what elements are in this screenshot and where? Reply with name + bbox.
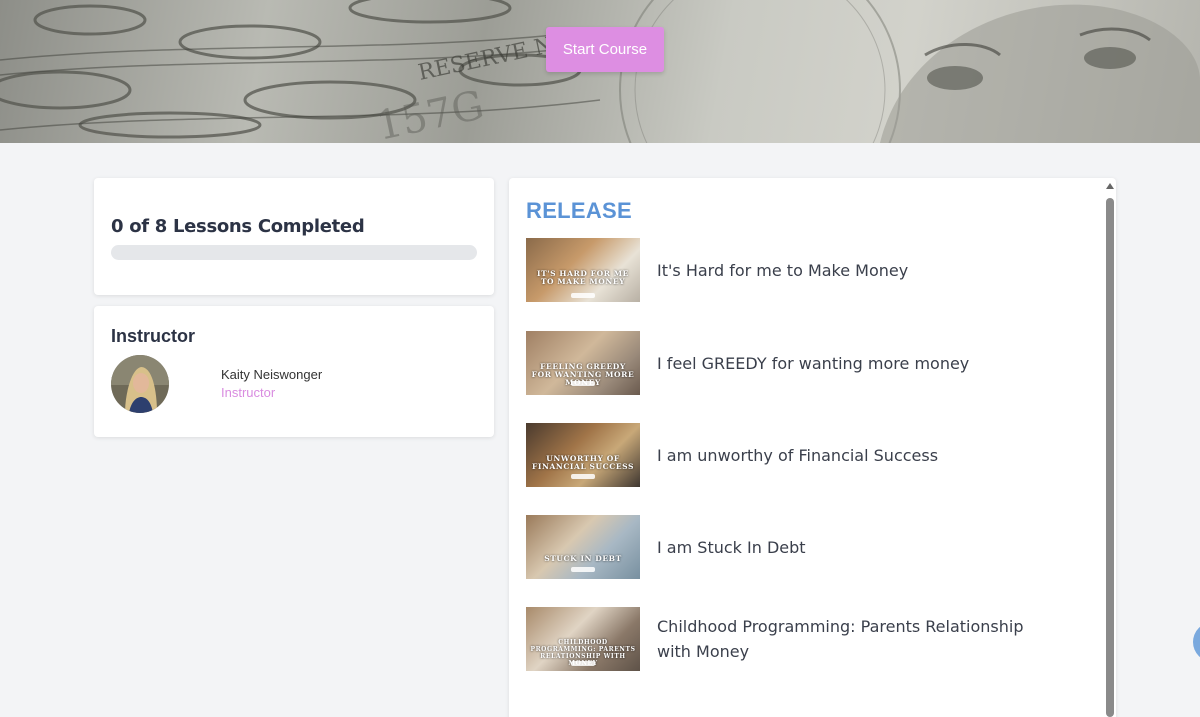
lessons-card: RELEASE IT'S HARD FOR ME TO MAKE MONEY I… [509,178,1116,717]
lesson-item[interactable]: FEELING GREEDY FOR WANTING MORE MONEY I … [526,331,1086,395]
lesson-item[interactable]: UNWORTHY OF FINANCIAL SUCCESS I am unwor… [526,423,1086,487]
scroll-up-arrow-icon[interactable] [1106,183,1114,189]
scrollbar-thumb[interactable] [1106,198,1114,717]
lesson-thumbnail-tag [571,293,595,298]
lesson-thumbnail: STUCK IN DEBT [526,515,640,579]
lesson-thumbnail: CHILDHOOD PROGRAMMING: PARENTS RELATIONS… [526,607,640,671]
lessons-completed-text: 0 of 8 Lessons Completed [111,216,365,237]
lesson-thumbnail-tag [571,567,595,572]
lesson-thumbnail-caption: UNWORTHY OF FINANCIAL SUCCESS [531,454,635,471]
instructor-card: Instructor Kaity Neiswonger Instructor [94,306,494,437]
lesson-thumbnail-caption: STUCK IN DEBT [544,554,622,563]
lesson-title: It's Hard for me to Make Money [657,260,909,280]
section-title: RELEASE [526,198,633,223]
progress-card: 0 of 8 Lessons Completed [94,178,494,295]
lesson-thumbnail-caption: IT'S HARD FOR ME TO MAKE MONEY [537,269,629,286]
lesson-thumbnail-tag [571,474,595,479]
lesson-item[interactable]: STUCK IN DEBT I am Stuck In Debt [526,515,1086,579]
instructor-avatar [111,355,169,413]
lesson-thumbnail-tag [571,661,595,666]
instructor-name: Kaity Neiswonger [221,367,323,382]
lesson-title: I feel GREEDY for wanting more money [657,353,970,373]
hero-banner: RESERVE N 157G Start Course [0,0,1200,143]
lesson-item[interactable]: IT'S HARD FOR ME TO MAKE MONEY It's Hard… [526,238,1086,302]
lesson-thumbnail-tag [571,381,595,386]
svg-text:157G: 157G [373,82,489,143]
lessons-scrollbar[interactable] [1104,178,1116,717]
lesson-title: Childhood Programming: Parents Relations… [657,617,1024,661]
lesson-thumbnail: IT'S HARD FOR ME TO MAKE MONEY [526,238,640,302]
instructor-heading: Instructor [111,326,196,346]
start-course-button[interactable]: Start Course [546,27,664,72]
lesson-title: I am Stuck In Debt [657,537,806,557]
progress-bar [111,245,477,260]
chat-widget-icon[interactable] [1193,622,1200,662]
lesson-thumbnail: FEELING GREEDY FOR WANTING MORE MONEY [526,331,640,395]
lesson-item[interactable]: CHILDHOOD PROGRAMMING: PARENTS RELATIONS… [526,607,1086,671]
instructor-role: Instructor [221,385,276,400]
lesson-title: I am unworthy of Financial Success [657,445,939,465]
lesson-thumbnail: UNWORTHY OF FINANCIAL SUCCESS [526,423,640,487]
